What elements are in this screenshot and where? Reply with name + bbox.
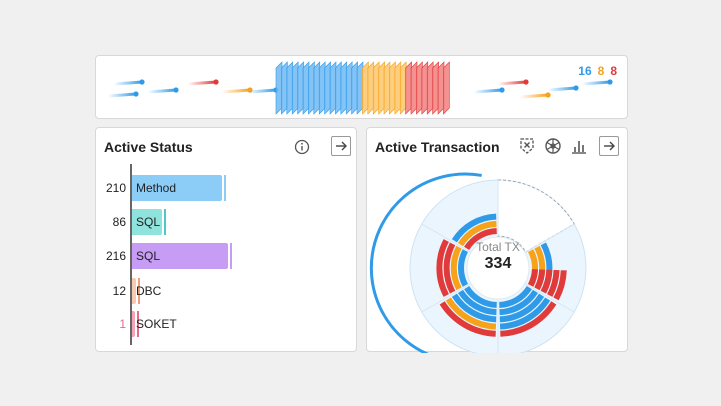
count-normal: 16 (578, 64, 592, 78)
transaction-comet (472, 87, 505, 94)
transaction-comet (146, 87, 179, 94)
status-label: SQL (136, 215, 161, 229)
status-bar-marker (224, 175, 226, 201)
traffic-flow-panel: 16 8 8 (95, 55, 628, 119)
arrow-right-icon[interactable] (331, 136, 351, 156)
traffic-counts: 16 8 8 (578, 64, 617, 78)
traffic-flow-chart (106, 61, 613, 115)
status-value: 210 (105, 181, 126, 195)
status-value: 12 (112, 284, 126, 298)
total-tx-label: Total TX (476, 240, 520, 254)
status-value: 86 (112, 215, 126, 229)
transaction-comet (580, 79, 613, 86)
panel-title: Active Status (104, 139, 193, 155)
status-row[interactable]: 216 SQL (96, 243, 358, 269)
status-label: SQL (136, 249, 161, 263)
status-row[interactable]: 12 DBC (96, 278, 358, 304)
status-row[interactable]: 1 SOKET (96, 311, 358, 337)
status-label: DBC (136, 284, 162, 298)
transaction-stack (275, 61, 450, 115)
transaction-comet (518, 92, 551, 99)
status-label: Method (136, 181, 177, 195)
transaction-comet (112, 79, 145, 86)
info-icon[interactable] (292, 137, 312, 157)
active-status-panel: Active Status 210 Method 86 SQL 216 SQL 12 DBC 1… (95, 127, 357, 352)
count-very-slow: 8 (610, 64, 617, 78)
status-bar-marker (230, 243, 232, 269)
transaction-comet (546, 85, 579, 92)
status-label: SOKET (136, 317, 177, 331)
transaction-comet (496, 79, 529, 86)
status-value: 1 (119, 317, 126, 331)
count-slow: 8 (597, 64, 605, 78)
status-bar (132, 311, 135, 337)
transaction-comet (106, 91, 139, 98)
active-transaction-panel: Active Transaction Total TX 334 (366, 127, 628, 353)
status-bar-marker (164, 209, 166, 235)
total-tx-value: 334 (484, 255, 512, 272)
status-value: 216 (105, 249, 126, 263)
transaction-comet (186, 79, 219, 86)
status-row[interactable]: 210 Method (96, 175, 358, 201)
status-row[interactable]: 86 SQL (96, 209, 358, 235)
